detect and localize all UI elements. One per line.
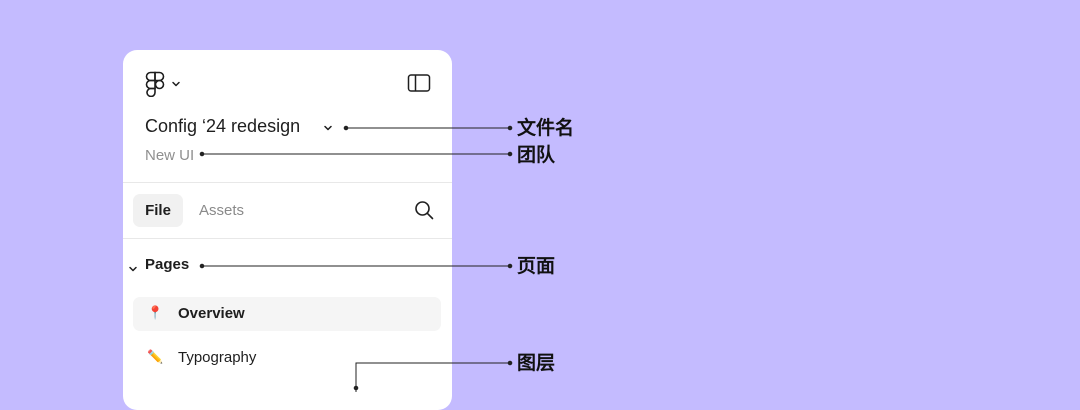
annotation-team: 团队	[517, 144, 556, 166]
annotation-layers: 图层	[517, 352, 556, 374]
left-sidebar-panel: Config ‘24 redesign New UI File Assets P…	[123, 50, 452, 410]
pages-collapse-chevron-icon[interactable]	[128, 261, 138, 272]
file-title[interactable]: Config ‘24 redesign	[145, 116, 300, 137]
figma-logo-icon	[145, 71, 165, 97]
team-name[interactable]: New UI	[145, 147, 194, 164]
sidebar-toggle-icon[interactable]	[407, 73, 431, 93]
pages-heading[interactable]: Pages	[145, 256, 189, 273]
divider	[123, 182, 452, 183]
chevron-down-icon	[171, 79, 181, 89]
divider	[123, 238, 452, 239]
tab-file[interactable]: File	[133, 194, 183, 227]
file-menu-chevron-icon[interactable]	[322, 121, 334, 133]
pencil-icon: ✏️	[147, 349, 164, 364]
tab-assets[interactable]: Assets	[199, 194, 244, 227]
page-item-overview[interactable]: 📍 Overview	[133, 297, 441, 331]
page-label: Overview	[178, 305, 245, 322]
main-menu-button[interactable]	[145, 71, 187, 97]
annotation-pages: 页面	[517, 255, 556, 277]
page-item-typography[interactable]: ✏️ Typography	[133, 341, 441, 375]
search-icon[interactable]	[414, 200, 434, 220]
page-label: Typography	[178, 349, 257, 366]
annotation-file-name: 文件名	[517, 117, 575, 139]
pin-icon: 📍	[147, 305, 164, 320]
